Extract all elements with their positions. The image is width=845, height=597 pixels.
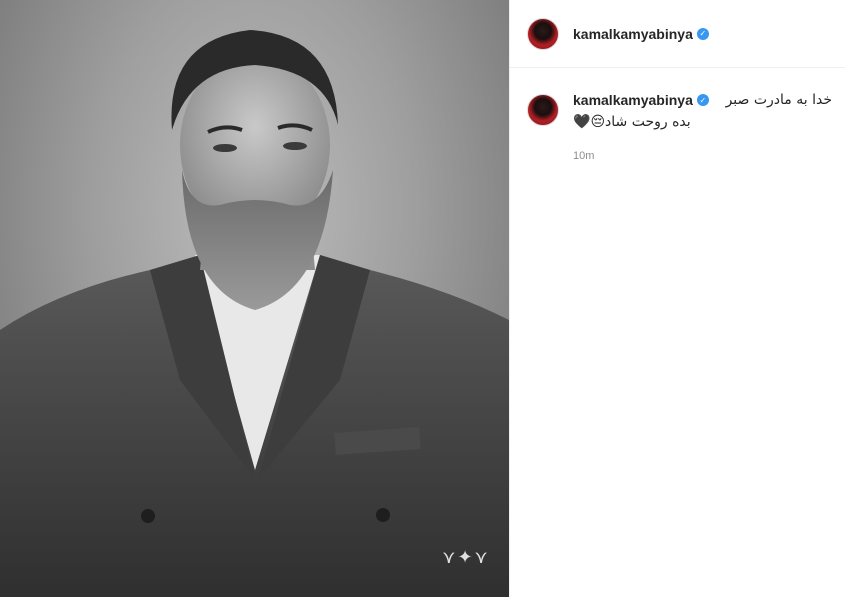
- avatar[interactable]: [527, 17, 559, 50]
- caption-line2-text: بده روحت شاد: [605, 114, 691, 130]
- caption-text-line1: خدا به مادرت صبر: [725, 92, 832, 108]
- caption-text-line2: بده روحت شاد😔🖤: [573, 114, 832, 130]
- comment-body: kamalkamyabinya ✓ خدا به مادرت صبر بده ر…: [573, 92, 832, 162]
- black-heart-emoji-icon: 🖤: [573, 114, 591, 130]
- caption-comment: kamalkamyabinya ✓ خدا به مادرت صبر بده ر…: [527, 92, 832, 162]
- post-info-panel: kamalkamyabinya ✓ kamalkamyabinya ✓ خدا …: [509, 0, 845, 597]
- comment-timestamp[interactable]: 10m: [573, 150, 832, 162]
- comment-first-line: kamalkamyabinya ✓ خدا به مادرت صبر: [573, 92, 832, 108]
- post-photo[interactable]: ⋎✦⋎: [0, 0, 509, 597]
- watermark: ⋎✦⋎: [430, 548, 502, 594]
- verified-badge-icon: ✓: [696, 27, 709, 40]
- commenter-avatar[interactable]: [527, 94, 559, 126]
- sad-face-emoji-icon: 😔: [590, 114, 606, 130]
- post-header: kamalkamyabinya ✓: [510, 0, 845, 68]
- verified-badge-icon: ✓: [696, 94, 709, 106]
- eagle-logo-icon: ⋎✦⋎: [442, 547, 490, 568]
- commenter-username-link[interactable]: kamalkamyabinya: [573, 92, 693, 108]
- portrait-illustration: [0, 30, 509, 597]
- post-username-link[interactable]: kamalkamyabinya: [573, 26, 693, 42]
- instagram-post: ⋎✦⋎ kamalkamyabinya ✓ kamalkamyabinya ✓ …: [0, 0, 845, 597]
